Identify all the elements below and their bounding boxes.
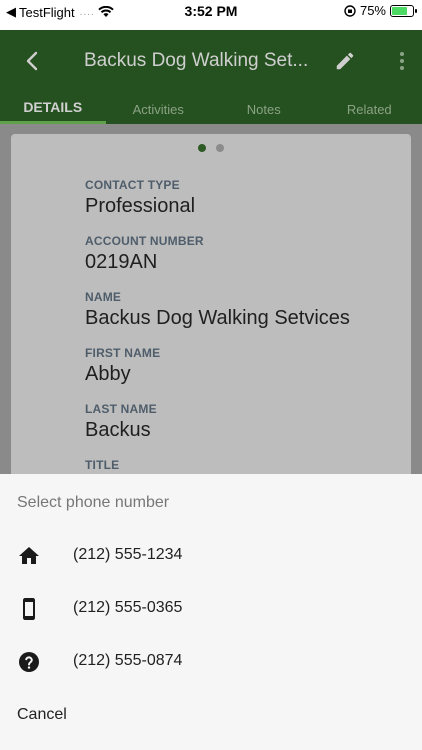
status-bar: ◀ TestFlight .... 3:52 PM 75% bbox=[0, 0, 422, 30]
field-label: CONTACT TYPE bbox=[85, 178, 180, 192]
page-dot-2[interactable] bbox=[216, 144, 224, 152]
field-value: Backus Dog Walking Setvices bbox=[85, 307, 350, 329]
home-icon bbox=[19, 547, 39, 564]
battery-percent: 75% bbox=[359, 3, 386, 18]
sheet-title: Select phone number bbox=[17, 494, 170, 511]
field-title: TITLE bbox=[85, 458, 119, 475]
edit-pencil-icon[interactable] bbox=[334, 50, 356, 72]
tab-notes[interactable]: Notes bbox=[211, 94, 317, 124]
more-vert-icon[interactable] bbox=[396, 50, 408, 72]
mobile-phone-icon bbox=[23, 598, 35, 620]
details-content-dimmed: CONTACT TYPE Professional ACCOUNT NUMBER… bbox=[0, 124, 422, 494]
help-icon bbox=[19, 652, 39, 672]
page-title: Backus Dog Walking Set... bbox=[84, 50, 309, 71]
cancel-button[interactable]: Cancel bbox=[17, 706, 67, 724]
field-value: Abby bbox=[85, 363, 131, 385]
page-dot-1[interactable] bbox=[198, 144, 206, 152]
phone-option-other[interactable]: (212) 555-0874 bbox=[0, 637, 422, 687]
field-first-name: FIRST NAME Abby bbox=[85, 346, 160, 386]
field-account-number: ACCOUNT NUMBER 0219AN bbox=[85, 234, 204, 274]
app-bar: Backus Dog Walking Set... DETAILS Activi… bbox=[0, 30, 422, 124]
field-contact-type: CONTACT TYPE Professional bbox=[85, 178, 195, 218]
back-arrow-icon[interactable] bbox=[22, 50, 44, 72]
orientation-lock-icon bbox=[344, 4, 356, 17]
field-label: NAME bbox=[85, 290, 122, 304]
phone-select-sheet: Select phone number (212) 555-1234 (212)… bbox=[0, 474, 422, 750]
field-label: ACCOUNT NUMBER bbox=[85, 234, 204, 248]
phone-option-home[interactable]: (212) 555-1234 bbox=[0, 531, 422, 581]
page-indicator bbox=[11, 144, 411, 152]
field-value: Professional bbox=[85, 195, 196, 217]
phone-option-mobile[interactable]: (212) 555-0365 bbox=[0, 584, 422, 634]
field-name: NAME Backus Dog Walking Setvices bbox=[85, 290, 350, 330]
field-value: 0219AN bbox=[85, 251, 158, 273]
tab-details[interactable]: DETAILS bbox=[0, 94, 106, 124]
tab-related[interactable]: Related bbox=[317, 94, 422, 124]
contact-card: CONTACT TYPE Professional ACCOUNT NUMBER… bbox=[11, 134, 411, 494]
status-right: 75% bbox=[344, 3, 417, 18]
phone-number: (212) 555-0365 bbox=[73, 599, 183, 616]
field-label: TITLE bbox=[85, 458, 120, 472]
battery-icon bbox=[390, 4, 417, 17]
phone-number: (212) 555-1234 bbox=[73, 546, 183, 563]
tab-bar: DETAILS Activities Notes Related bbox=[0, 94, 422, 124]
tab-activities[interactable]: Activities bbox=[106, 94, 212, 124]
field-label: LAST NAME bbox=[85, 402, 157, 416]
field-last-name: LAST NAME Backus bbox=[85, 402, 157, 442]
field-label: FIRST NAME bbox=[85, 346, 161, 360]
field-value: Backus bbox=[85, 419, 151, 441]
phone-number: (212) 555-0874 bbox=[73, 652, 183, 669]
